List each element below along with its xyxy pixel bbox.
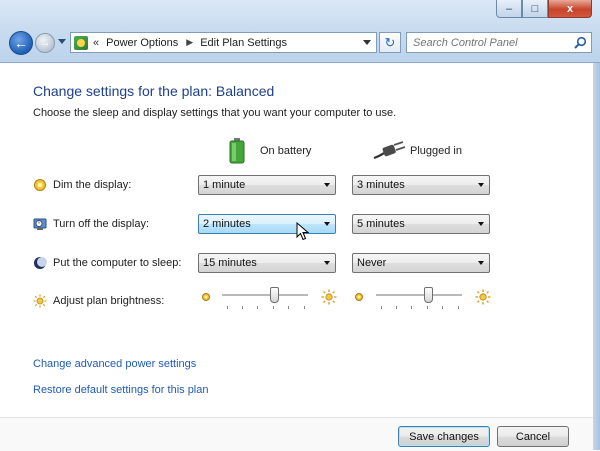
control-panel-icon	[74, 35, 88, 50]
minimize-button[interactable]: –	[496, 0, 522, 18]
refresh-button[interactable]: ↻	[379, 32, 401, 53]
slider-tick	[442, 306, 443, 309]
slider-thumb[interactable]	[424, 287, 433, 303]
dropdown-arrow-icon	[324, 222, 330, 226]
dropdown-arrow-icon	[324, 261, 330, 265]
selected-value: 2 minutes	[203, 218, 251, 230]
mouse-pointer-icon	[296, 222, 310, 241]
selected-value: 15 minutes	[203, 257, 257, 269]
slider-tick	[381, 306, 382, 309]
bright-brightness-icon	[475, 289, 491, 305]
slider-tick	[458, 306, 459, 309]
bright-brightness-icon	[321, 289, 337, 305]
sleep-plugged-select[interactable]: Never	[352, 253, 490, 273]
page-description: Choose the sleep and display settings th…	[33, 107, 397, 119]
back-button[interactable]: ←	[9, 31, 33, 55]
selected-value: 1 minute	[203, 179, 246, 191]
breadcrumb-power-options[interactable]: Power Options	[106, 37, 178, 49]
slider-tick	[411, 306, 412, 309]
setting-label: Adjust plan brightness:	[53, 295, 165, 307]
button-bar: Save changes Cancel	[0, 417, 600, 451]
slider-tick	[288, 306, 289, 309]
dim-display-icon	[34, 179, 46, 191]
slider-tick	[227, 306, 228, 309]
slider-tick	[257, 306, 258, 309]
recent-pages-dropdown-icon[interactable]	[58, 39, 66, 44]
setting-label: Put the computer to sleep:	[53, 257, 182, 269]
sleep-moon-icon	[34, 257, 47, 269]
dropdown-arrow-icon	[478, 222, 484, 226]
turn-off-display-icon	[33, 218, 47, 230]
close-button[interactable]: x	[548, 0, 592, 18]
slider-tick	[427, 306, 428, 309]
column-label-battery: On battery	[260, 145, 312, 157]
page-title: Change settings for the plan: Balanced	[33, 83, 275, 99]
window-right-border	[593, 63, 600, 450]
power-plug-icon	[373, 141, 406, 160]
setting-row-brightness: Adjust plan brightness:	[33, 291, 164, 311]
setting-row-dim: Dim the display:	[33, 175, 131, 195]
setting-row-turn-off: Turn off the display:	[33, 214, 149, 234]
search-input[interactable]	[413, 34, 573, 51]
selected-value: 3 minutes	[357, 179, 405, 191]
turn-off-display-plugged-select[interactable]: 5 minutes	[352, 214, 490, 234]
dropdown-arrow-icon	[478, 261, 484, 265]
change-advanced-settings-link[interactable]: Change advanced power settings	[33, 358, 196, 370]
hidden-locations-chevron[interactable]: «	[93, 37, 99, 49]
cancel-button[interactable]: Cancel	[497, 426, 569, 447]
breadcrumb-separator-icon[interactable]: ▶	[186, 37, 193, 48]
selected-value: 5 minutes	[357, 218, 405, 230]
address-bar[interactable]: « Power Options ▶ Edit Plan Settings	[70, 32, 377, 53]
caption-buttons: – □ x	[496, 0, 592, 18]
dim-display-battery-select[interactable]: 1 minute	[198, 175, 336, 195]
setting-row-sleep: Put the computer to sleep:	[33, 253, 181, 273]
brightness-sun-icon	[33, 294, 47, 308]
search-box[interactable]	[406, 32, 592, 53]
address-dropdown-icon[interactable]	[363, 40, 371, 45]
slider-tick	[242, 306, 243, 309]
slider-tick	[273, 306, 274, 309]
content-pane: Change settings for the plan: Balanced C…	[0, 63, 600, 451]
brightness-slider-battery[interactable]	[222, 286, 308, 310]
slider-tick	[396, 306, 397, 309]
breadcrumb-edit-plan-settings[interactable]: Edit Plan Settings	[200, 37, 287, 49]
title-bar: – □ x ← → « Power Options ▶ Edit Plan Se…	[0, 0, 600, 63]
column-header-plugged: Plugged in	[372, 137, 462, 165]
column-label-plugged: Plugged in	[410, 145, 462, 157]
slider-tick	[304, 306, 305, 309]
search-icon[interactable]	[573, 36, 587, 50]
forward-button[interactable]: →	[35, 33, 55, 53]
turn-off-display-battery-select[interactable]: 2 minutes	[198, 214, 336, 234]
battery-icon	[229, 138, 245, 164]
dim-display-plugged-select[interactable]: 3 minutes	[352, 175, 490, 195]
dim-brightness-icon	[355, 293, 363, 301]
restore-defaults-link[interactable]: Restore default settings for this plan	[33, 384, 208, 396]
navigation-bar: ← → « Power Options ▶ Edit Plan Settings…	[6, 30, 596, 56]
dropdown-arrow-icon	[478, 183, 484, 187]
dropdown-arrow-icon	[324, 183, 330, 187]
setting-label: Turn off the display:	[53, 218, 149, 230]
power-options-window: – □ x ← → « Power Options ▶ Edit Plan Se…	[0, 0, 600, 451]
sleep-battery-select[interactable]: 15 minutes	[198, 253, 336, 273]
selected-value: Never	[357, 257, 387, 269]
brightness-slider-plugged[interactable]	[376, 286, 462, 310]
slider-track	[376, 294, 462, 297]
column-header-battery: On battery	[229, 137, 311, 165]
save-changes-button[interactable]: Save changes	[398, 426, 490, 447]
setting-label: Dim the display:	[53, 179, 132, 191]
slider-thumb[interactable]	[270, 287, 279, 303]
dim-brightness-icon	[202, 293, 210, 301]
maximize-button[interactable]: □	[522, 0, 548, 18]
slider-track	[222, 294, 308, 297]
